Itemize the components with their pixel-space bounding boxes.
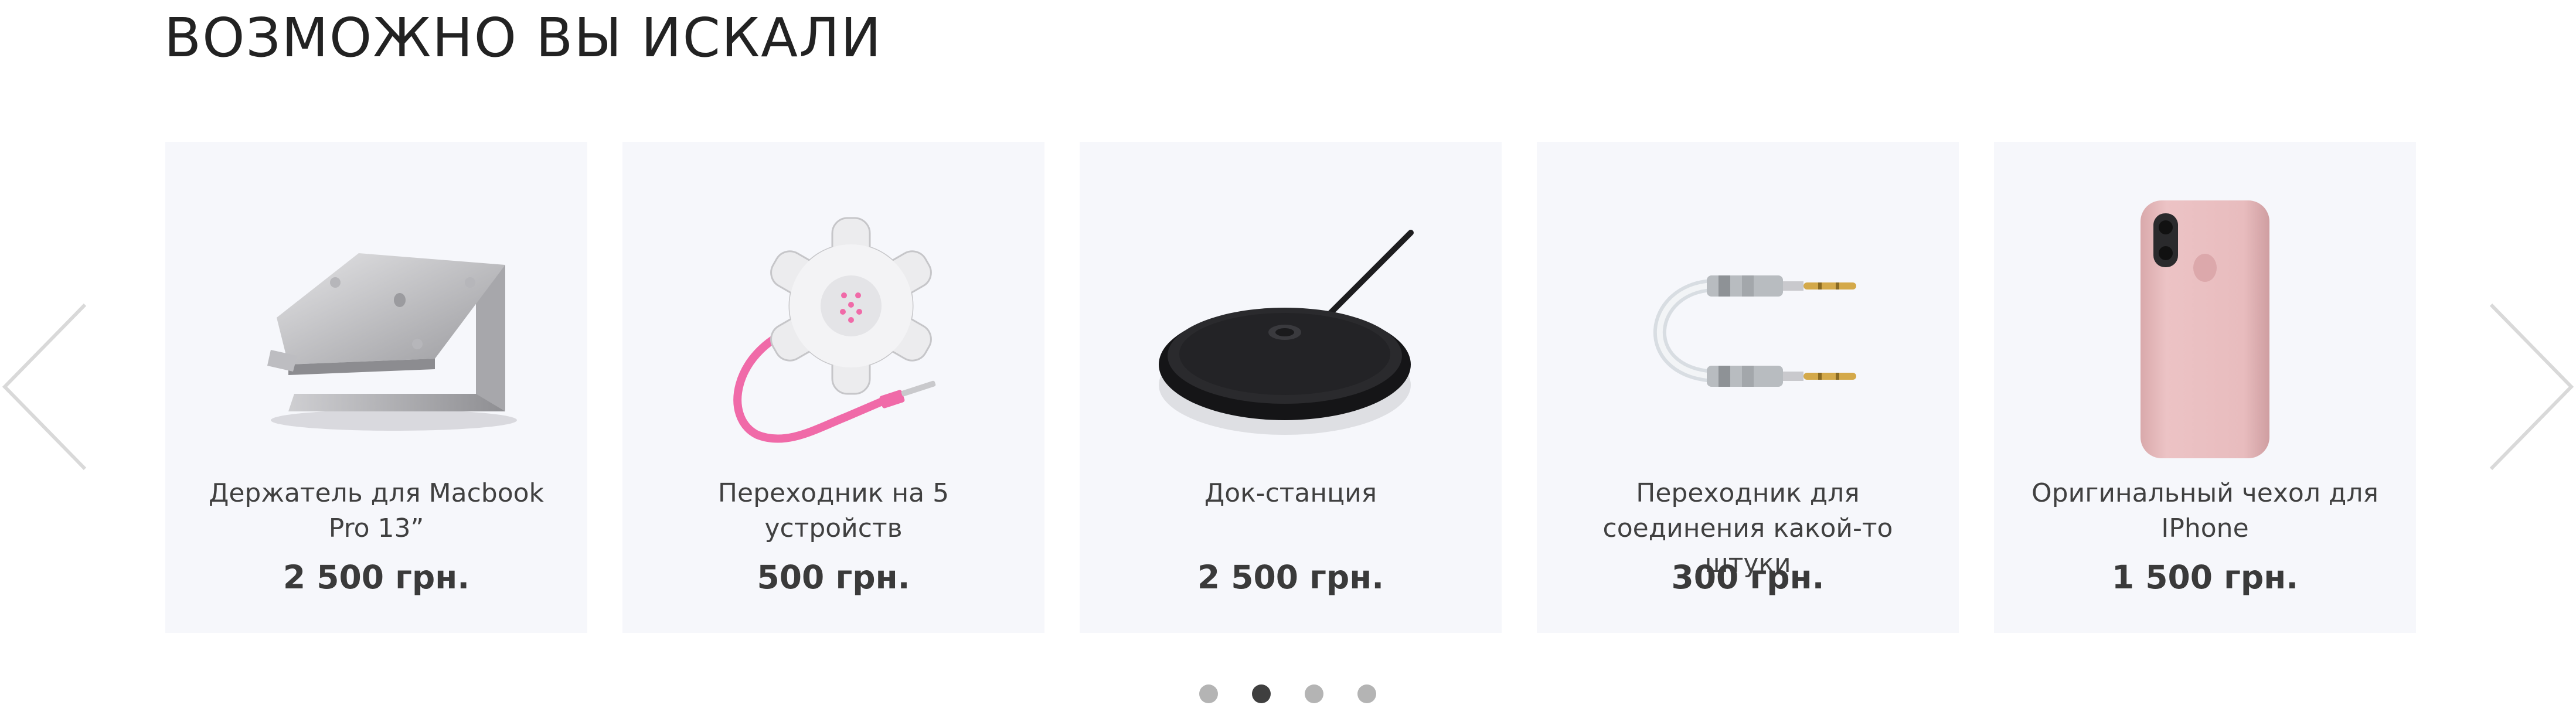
aux-cable-image[interactable] xyxy=(1537,177,1959,482)
iphone-case-image[interactable] xyxy=(1994,177,2416,482)
carousel-prev-button[interactable] xyxy=(0,302,94,472)
chevron-left-icon xyxy=(2,303,87,471)
product-card[interactable]: Переходник для соединения какой-то штуки… xyxy=(1537,142,1959,633)
pagination-dot[interactable] xyxy=(1305,684,1323,703)
product-name[interactable]: Док-станция xyxy=(1103,476,1478,511)
carousel-pagination xyxy=(0,684,2576,704)
product-price: 2 500 грн. xyxy=(1197,558,1384,596)
laptop-stand-image[interactable] xyxy=(165,177,587,482)
carousel-next-button[interactable] xyxy=(2482,302,2576,472)
product-card[interactable]: Переходник на 5 устройств 500 грн. xyxy=(622,142,1044,633)
product-name[interactable]: Переходник на 5 устройств xyxy=(646,476,1021,546)
product-card[interactable]: Держатель для Macbook Pro 13” 2 500 грн. xyxy=(165,142,587,633)
product-price: 1 500 грн. xyxy=(2111,558,2299,596)
product-carousel: Держатель для Macbook Pro 13” 2 500 грн. xyxy=(165,142,2416,633)
product-name[interactable]: Держатель для Macbook Pro 13” xyxy=(189,476,564,546)
product-card[interactable]: Док-станция 2 500 грн. xyxy=(1080,142,1502,633)
pagination-dot[interactable] xyxy=(1357,684,1376,703)
pagination-dot-active[interactable] xyxy=(1252,684,1271,703)
section-title: ВОЗМОЖНО ВЫ ИСКАЛИ xyxy=(164,6,883,69)
product-price: 300 грн. xyxy=(1671,558,1825,596)
wireless-charger-image[interactable] xyxy=(1080,177,1502,482)
product-price: 2 500 грн. xyxy=(283,558,470,596)
product-name[interactable]: Оригинальный чехол для IPhone xyxy=(2017,476,2393,546)
chevron-right-icon xyxy=(2489,303,2574,471)
product-price: 500 грн. xyxy=(757,558,910,596)
product-card[interactable]: Оригинальный чехол для IPhone 1 500 грн. xyxy=(1994,142,2416,633)
pagination-dot[interactable] xyxy=(1199,684,1218,703)
audio-splitter-image[interactable] xyxy=(622,177,1044,482)
